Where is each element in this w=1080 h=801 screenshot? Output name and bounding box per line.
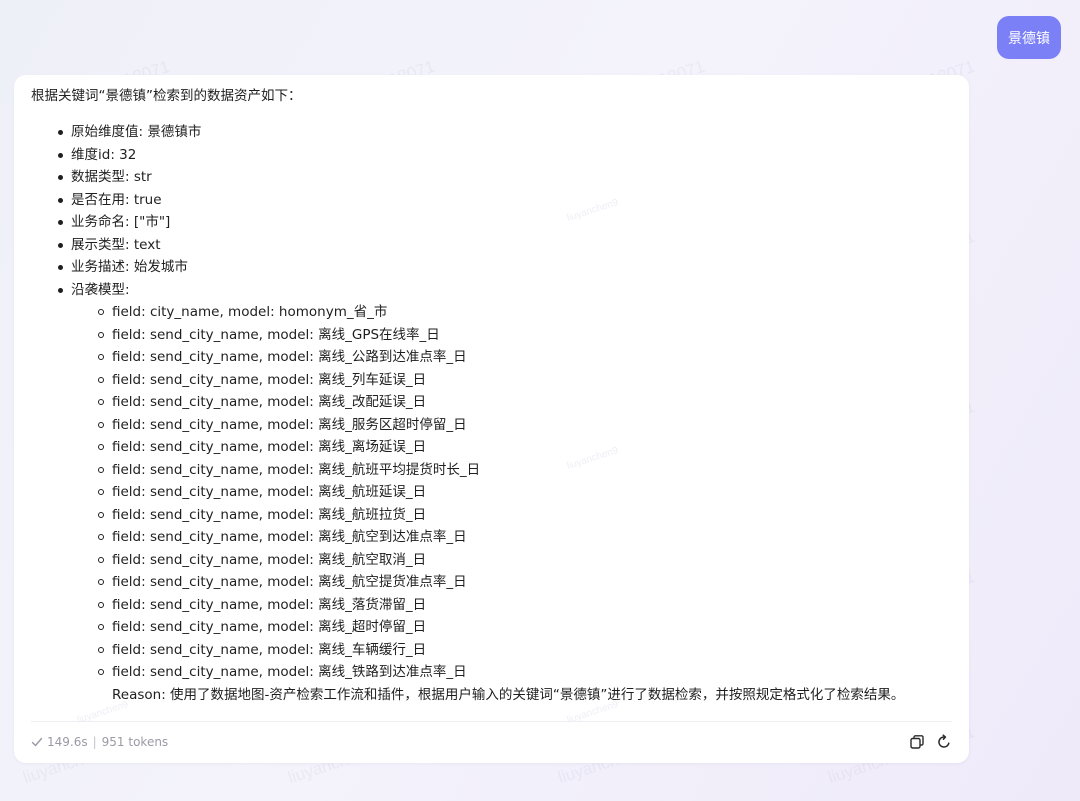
model-list-item: field: send_city_name, model: 离线_落货滞留_日 (31, 594, 952, 617)
model-list-item: field: send_city_name, model: 离线_公路到达准点率… (31, 346, 952, 369)
model-list-item: field: send_city_name, model: 离线_航空提货准点率… (31, 571, 952, 594)
property-dimension-id: 维度id: 32 (31, 144, 952, 167)
answer-intro: 根据关键词“景德镇”检索到的数据资产如下： (31, 88, 302, 104)
model-list-item: field: send_city_name, model: 离线_航空取消_日 (31, 549, 952, 572)
token-count: 951 tokens (101, 735, 169, 749)
model-list-item: field: send_city_name, model: 离线_超时停留_日 (31, 616, 952, 639)
model-list-item: field: send_city_name, model: 离线_离场延误_日 (31, 436, 952, 459)
footer-divider (31, 721, 952, 722)
refresh-icon[interactable] (935, 734, 952, 751)
property-original-value: 原始维度值: 景德镇市 (31, 121, 952, 144)
model-list-item: field: send_city_name, model: 离线_航空到达准点率… (31, 526, 952, 549)
model-list-item: field: send_city_name, model: 离线_航班延误_日 (31, 481, 952, 504)
answer-footer: 149.6s | 951 tokens (31, 731, 952, 753)
check-icon (31, 736, 43, 748)
answer-reason: Reason: 使用了数据地图-资产检索工作流和插件，根据用户输入的关键词“景德… (112, 686, 905, 703)
property-business-description: 业务描述: 始发城市 (31, 256, 952, 279)
model-list-item: field: send_city_name, model: 离线_服务区超时停留… (31, 414, 952, 437)
property-in-use: 是否在用: true (31, 189, 952, 212)
property-lineage-models: 沿袭模型: (31, 279, 952, 302)
lineage-model-list: field: city_name, model: homonym_省_市 fie… (31, 301, 952, 684)
model-list-item: field: send_city_name, model: 离线_航班平均提货时… (31, 459, 952, 482)
property-data-type: 数据类型: str (31, 166, 952, 189)
user-message-bubble: 景德镇 (997, 16, 1061, 59)
model-list-item: field: send_city_name, model: 离线_航班拉货_日 (31, 504, 952, 527)
property-business-name: 业务命名: ["市"] (31, 211, 952, 234)
model-list-item: field: send_city_name, model: 离线_GPS在线率_… (31, 324, 952, 347)
answer-actions (908, 734, 952, 751)
property-display-type: 展示类型: text (31, 234, 952, 257)
response-duration: 149.6s (47, 735, 88, 749)
model-list-item: field: send_city_name, model: 离线_改配延误_日 (31, 391, 952, 414)
assistant-answer-card: liuyanchen9 liuyanchen9 liuyanchen9 liuy… (14, 75, 969, 763)
asset-property-list: 原始维度值: 景德镇市 维度id: 32 数据类型: str 是否在用: tru… (31, 121, 952, 301)
model-list-item: field: send_city_name, model: 离线_铁路到达准点率… (31, 661, 952, 684)
model-list-item: field: send_city_name, model: 离线_车辆缓行_日 (31, 639, 952, 662)
footer-separator: | (92, 735, 97, 749)
copy-icon[interactable] (908, 734, 925, 751)
user-message-text: 景德镇 (1008, 30, 1050, 47)
model-list-item: field: send_city_name, model: 离线_列车延误_日 (31, 369, 952, 392)
model-list-item: field: city_name, model: homonym_省_市 (31, 301, 952, 324)
